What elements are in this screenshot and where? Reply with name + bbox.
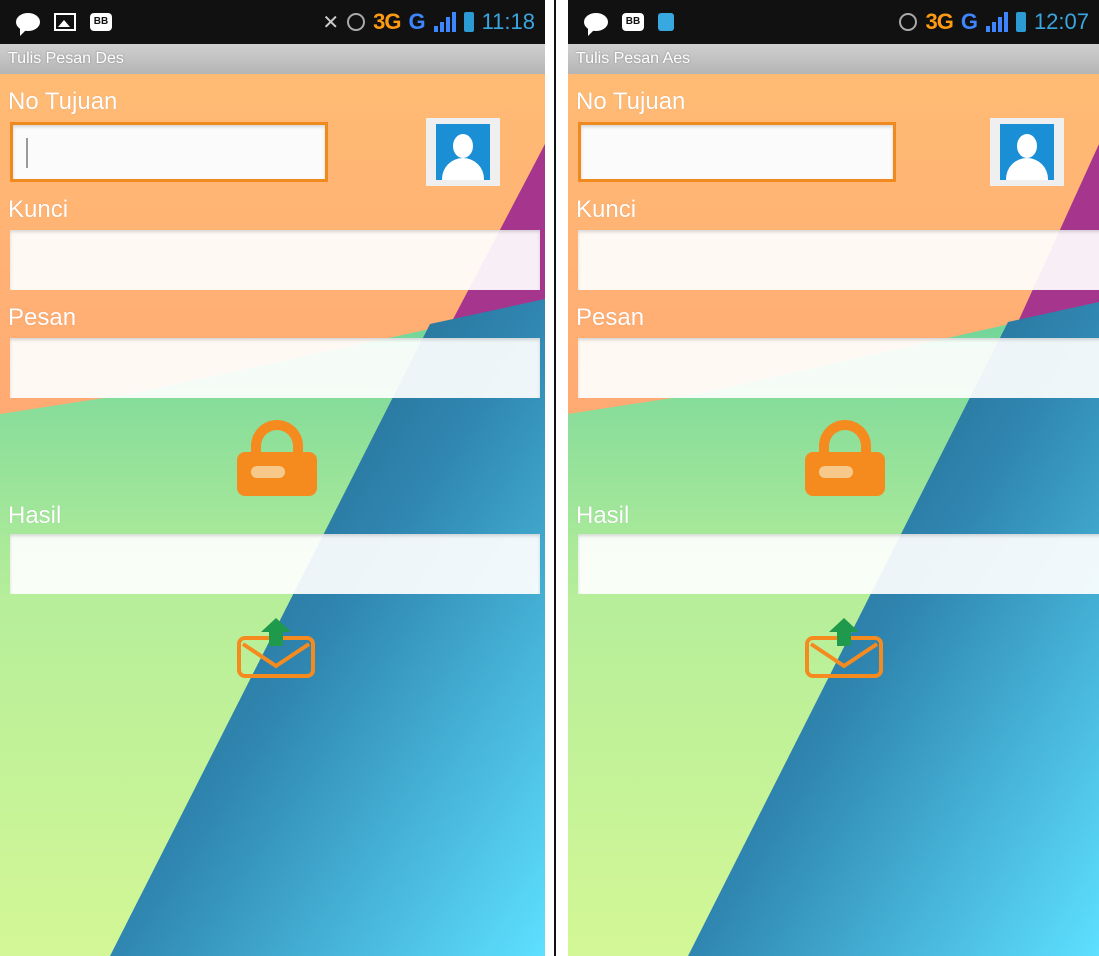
signal-icon — [985, 12, 1008, 32]
encrypt-button[interactable] — [805, 420, 885, 496]
label-kunci: Kunci — [8, 196, 69, 223]
hasil-input[interactable] — [10, 534, 540, 594]
phone-screen-aes: BB 3G G 12:07 Tulis Pesan Aes No Tujuan … — [568, 0, 1099, 956]
no-tujuan-input[interactable] — [10, 122, 328, 182]
screen-title: Tulis Pesan Des — [0, 44, 545, 74]
screen-title: Tulis Pesan Aes — [568, 44, 1099, 74]
network-g: G — [960, 9, 978, 34]
label-pesan: Pesan — [8, 304, 77, 331]
send-button[interactable] — [805, 616, 885, 680]
send-mail-icon — [805, 618, 883, 678]
contact-icon — [436, 124, 490, 180]
pesan-input[interactable] — [578, 338, 1099, 398]
no-tujuan-input[interactable] — [578, 122, 896, 182]
line-icon — [584, 13, 608, 36]
label-hasil: Hasil — [576, 502, 630, 529]
battery-icon — [1015, 12, 1026, 32]
bbm-icon: BB — [90, 13, 112, 31]
gallery-icon — [54, 13, 76, 31]
divider — [554, 0, 556, 956]
line-icon — [16, 13, 40, 36]
hasil-input[interactable] — [578, 534, 1099, 594]
network-type: 3G — [925, 9, 953, 34]
contact-icon — [1000, 124, 1054, 180]
bbm-icon: BB — [622, 13, 644, 31]
status-bar: BB 3G G 12:07 — [568, 0, 1099, 44]
network-g: G — [408, 9, 426, 34]
phone-screen-des: BB ✕ 3G G 11:18 Tulis Pesan Des No Tujua… — [0, 0, 545, 956]
text-cursor — [26, 138, 28, 168]
label-pesan: Pesan — [576, 304, 645, 331]
kunci-input[interactable] — [10, 230, 540, 290]
alarm-icon — [899, 13, 918, 31]
pesan-input[interactable] — [10, 338, 540, 398]
send-mail-icon — [237, 618, 315, 678]
clock: 12:07 — [1033, 9, 1089, 34]
mute-icon: ✕ — [322, 11, 340, 34]
label-kunci: Kunci — [576, 196, 637, 223]
contact-picker-button[interactable] — [426, 118, 500, 186]
network-type: 3G — [373, 9, 401, 34]
signal-icon — [433, 12, 456, 32]
alarm-icon — [347, 13, 366, 31]
label-hasil: Hasil — [8, 502, 62, 529]
contact-picker-button[interactable] — [990, 118, 1064, 186]
shield-icon — [658, 13, 674, 31]
send-button[interactable] — [237, 616, 317, 680]
kunci-input[interactable] — [578, 230, 1099, 290]
background-pattern — [568, 144, 1099, 956]
key-icon — [251, 466, 285, 478]
encrypt-button[interactable] — [237, 420, 317, 496]
battery-icon — [463, 12, 474, 32]
label-no-tujuan: No Tujuan — [576, 88, 686, 115]
clock: 11:18 — [481, 9, 535, 34]
form-area: No Tujuan Kunci Pesan Hasil — [0, 74, 545, 956]
status-bar: BB ✕ 3G G 11:18 — [0, 0, 545, 44]
background-pattern — [0, 144, 545, 956]
form-area: No Tujuan Kunci Pesan Hasil — [568, 74, 1099, 956]
label-no-tujuan: No Tujuan — [8, 88, 118, 115]
key-icon — [819, 466, 853, 478]
